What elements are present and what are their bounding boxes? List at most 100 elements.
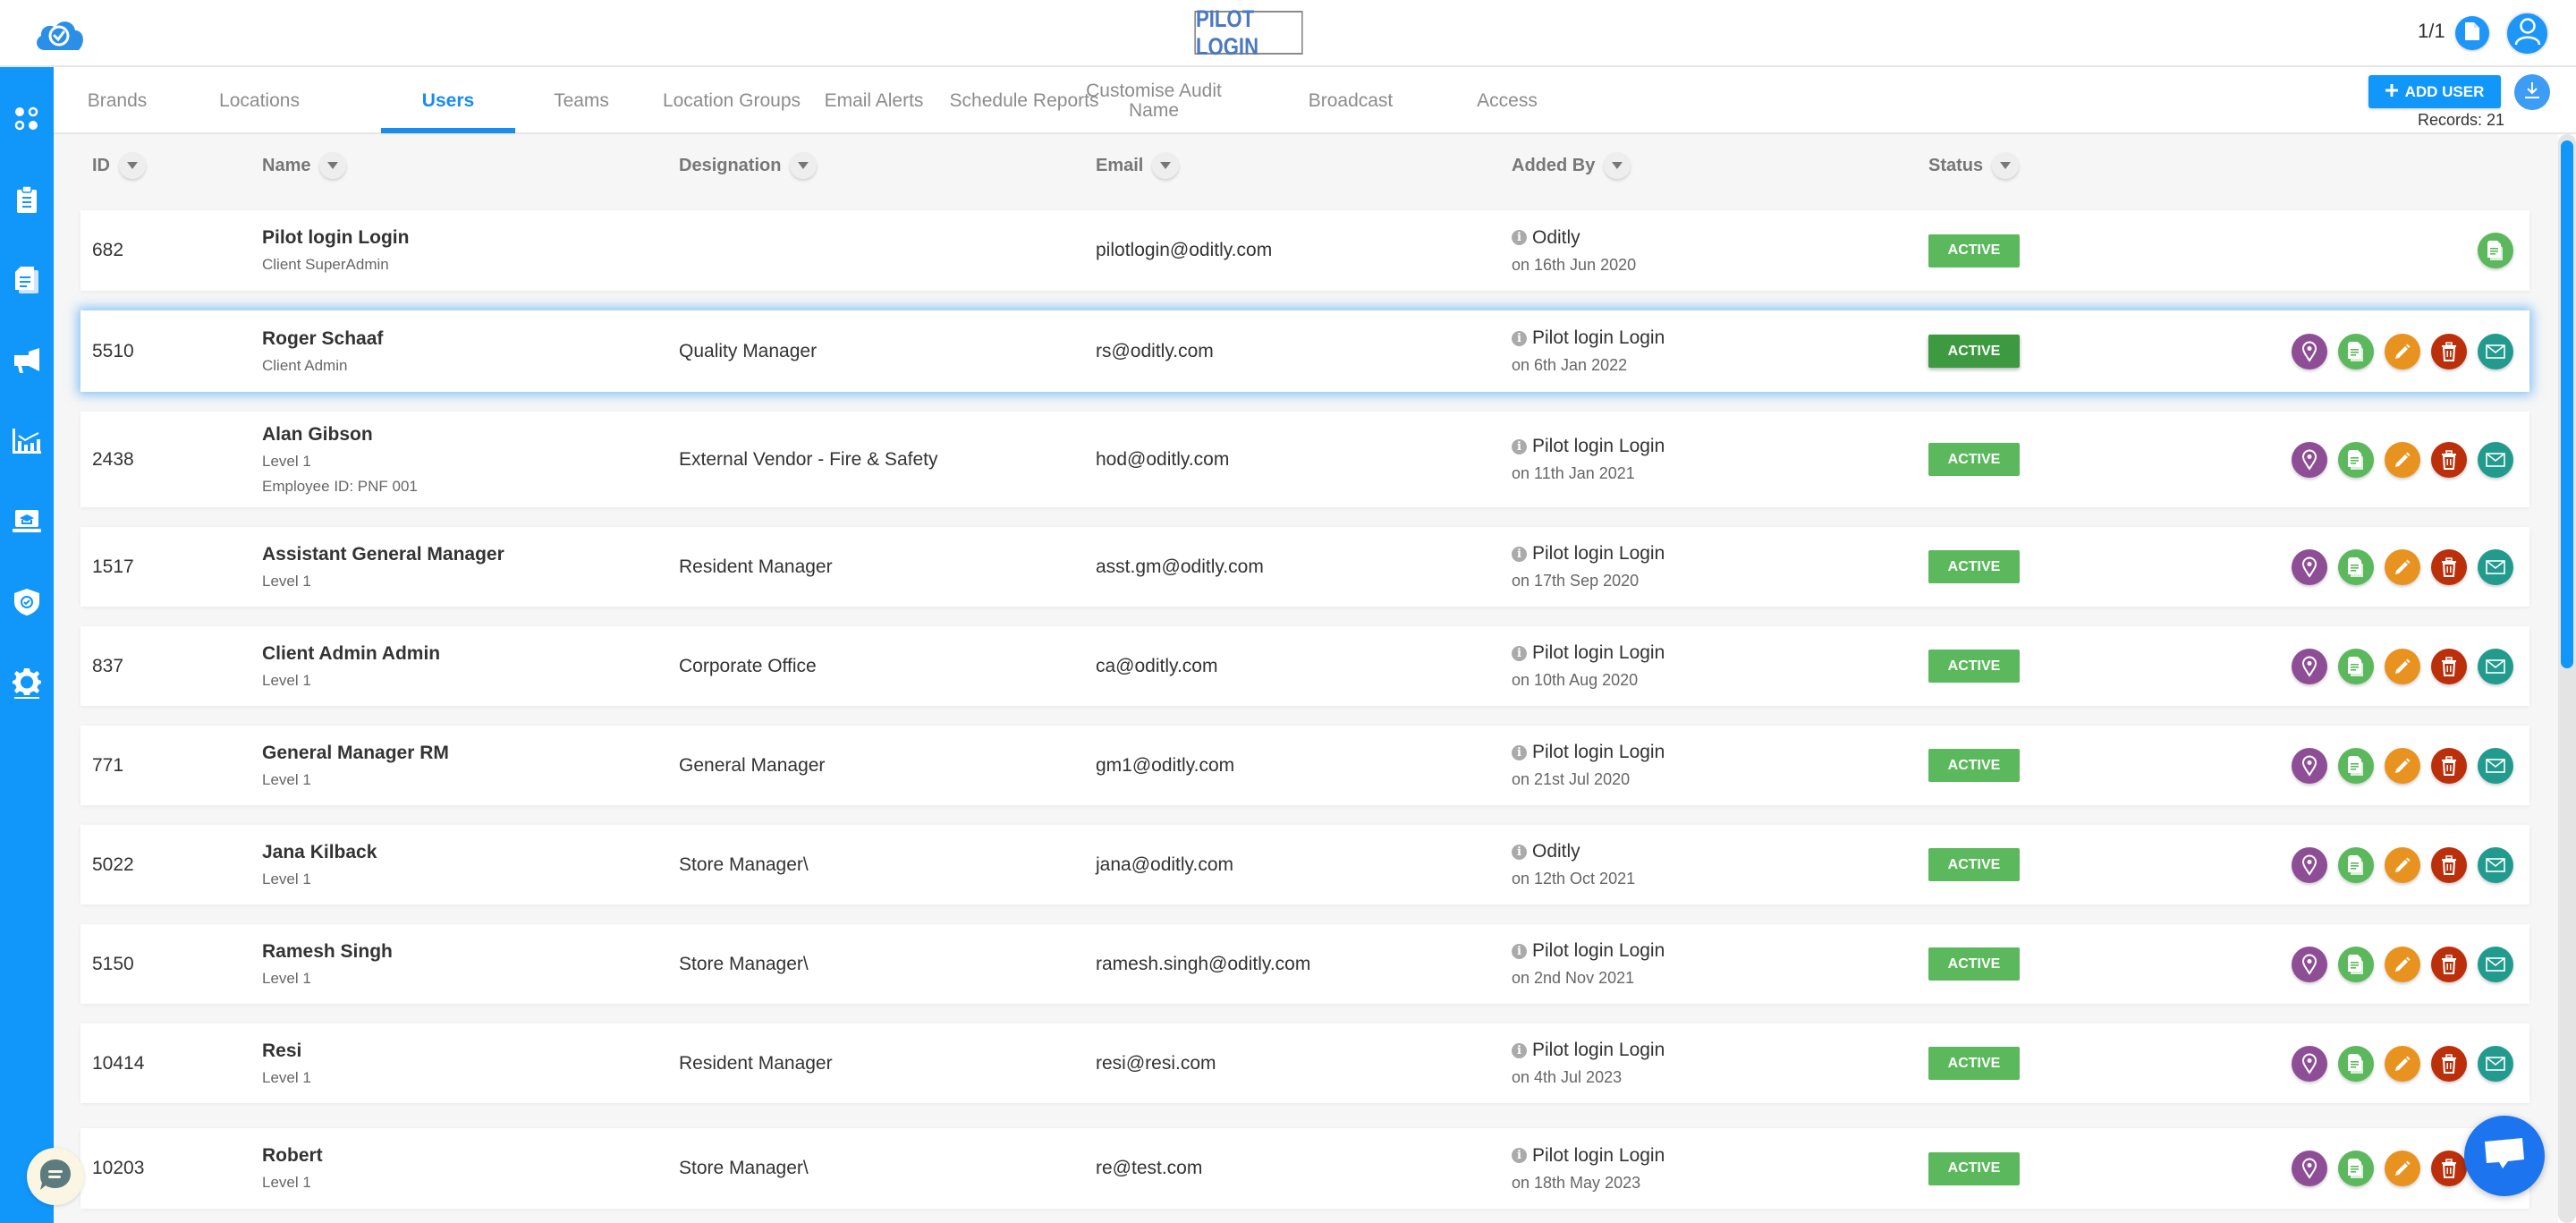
status-badge[interactable]: ACTIVE xyxy=(1928,848,2020,881)
sidebar-item-reports[interactable] xyxy=(0,255,54,309)
sort-dropdown-icon[interactable] xyxy=(319,152,347,179)
sidebar-item-settings[interactable] xyxy=(0,658,54,711)
edit-button[interactable] xyxy=(2385,1045,2420,1082)
sort-dropdown-icon[interactable] xyxy=(1992,152,2020,179)
locations-button[interactable] xyxy=(2292,946,2327,982)
delete-button[interactable] xyxy=(2431,846,2467,883)
table-row[interactable]: 5022 Jana Kilback Level 1 Store Manager\… xyxy=(80,825,2529,905)
delete-button[interactable] xyxy=(2431,1151,2467,1186)
edit-button[interactable] xyxy=(2385,333,2420,369)
sort-dropdown-icon[interactable] xyxy=(1604,152,1631,179)
documents-button[interactable] xyxy=(2338,648,2374,684)
delete-button[interactable] xyxy=(2431,333,2467,369)
column-header-added-by[interactable]: Added By xyxy=(1512,152,1631,179)
status-badge[interactable]: ACTIVE xyxy=(1928,443,2020,476)
table-row[interactable]: 771 General Manager RM Level 1 General M… xyxy=(80,726,2529,805)
sidebar-item-audits[interactable] xyxy=(0,174,54,228)
email-button[interactable] xyxy=(2478,1045,2513,1082)
status-badge[interactable]: ACTIVE xyxy=(1928,1047,2020,1080)
locations-button[interactable] xyxy=(2292,441,2327,478)
column-header-status[interactable]: Status xyxy=(1928,152,2020,179)
info-icon[interactable]: i xyxy=(1512,1148,1527,1163)
documents-button[interactable] xyxy=(2338,548,2374,585)
info-icon[interactable]: i xyxy=(1512,438,1527,454)
documents-button[interactable] xyxy=(2338,333,2374,369)
email-button[interactable] xyxy=(2478,441,2513,478)
email-button[interactable] xyxy=(2478,648,2513,684)
tab-customise-audit-name[interactable]: Customise Audit Name xyxy=(1082,67,1225,134)
sidebar-item-dashboard[interactable] xyxy=(0,94,54,148)
status-badge[interactable]: ACTIVE xyxy=(1928,749,2020,782)
table-row[interactable]: 2438 Alan Gibson Level 1 Employee ID: PN… xyxy=(80,412,2529,507)
scrollbar-thumb[interactable] xyxy=(2561,140,2573,668)
sidebar-item-compliance[interactable] xyxy=(0,577,54,631)
delete-button[interactable] xyxy=(2431,548,2467,585)
table-row[interactable]: 10414 Resi Level 1 Resident Manager resi… xyxy=(80,1023,2529,1103)
delete-button[interactable] xyxy=(2431,648,2467,684)
table-row[interactable]: 10203 Robert Level 1 Store Manager\ re@t… xyxy=(80,1128,2529,1209)
edit-button[interactable] xyxy=(2385,1151,2420,1186)
documents-button[interactable] xyxy=(2338,441,2374,478)
email-button[interactable] xyxy=(2478,333,2513,369)
sort-dropdown-icon[interactable] xyxy=(790,152,818,179)
sidebar-item-broadcast[interactable] xyxy=(0,335,54,389)
user-avatar-button[interactable] xyxy=(2505,12,2549,55)
locations-button[interactable] xyxy=(2292,333,2327,369)
status-badge[interactable]: ACTIVE xyxy=(1928,947,2020,981)
table-row[interactable]: 682 Pilot login Login Client SuperAdmin … xyxy=(80,210,2529,291)
table-row[interactable]: 1517 Assistant General Manager Level 1 R… xyxy=(80,527,2529,607)
email-button[interactable] xyxy=(2478,548,2513,585)
edit-button[interactable] xyxy=(2385,846,2420,883)
edit-button[interactable] xyxy=(2385,441,2420,478)
edit-button[interactable] xyxy=(2385,648,2420,684)
email-button[interactable] xyxy=(2478,747,2513,784)
delete-button[interactable] xyxy=(2431,946,2467,982)
edit-button[interactable] xyxy=(2385,946,2420,982)
info-icon[interactable]: i xyxy=(1512,230,1527,245)
table-row[interactable]: 5510 Roger Schaaf Client Admin Quality M… xyxy=(80,310,2529,392)
status-badge[interactable]: ACTIVE xyxy=(1928,1151,2020,1185)
status-badge[interactable]: ACTIVE xyxy=(1928,335,2020,368)
column-header-email[interactable]: Email xyxy=(1096,152,1180,179)
tab-brands[interactable]: Brands xyxy=(79,67,156,134)
info-icon[interactable]: i xyxy=(1512,844,1527,860)
documents-button[interactable] xyxy=(2338,946,2374,982)
tab-locations[interactable]: Locations xyxy=(210,67,309,134)
add-user-button[interactable]: ADD USER xyxy=(2368,75,2501,108)
column-header-id[interactable]: ID xyxy=(92,152,146,179)
sidebar-item-training[interactable] xyxy=(0,497,54,550)
documents-button[interactable] xyxy=(2338,846,2374,883)
info-icon[interactable]: i xyxy=(1512,943,1527,959)
sort-dropdown-icon[interactable] xyxy=(1152,152,1180,179)
locations-button[interactable] xyxy=(2292,846,2327,883)
delete-button[interactable] xyxy=(2431,1045,2467,1082)
column-header-designation[interactable]: Designation xyxy=(679,152,818,179)
locations-button[interactable] xyxy=(2292,548,2327,585)
download-button[interactable] xyxy=(2514,74,2550,110)
cloud-check-icon[interactable] xyxy=(32,16,86,52)
edit-button[interactable] xyxy=(2385,548,2420,585)
documents-button[interactable] xyxy=(2338,1045,2374,1082)
info-icon[interactable]: i xyxy=(1512,744,1527,760)
locations-button[interactable] xyxy=(2292,1045,2327,1082)
tab-broadcast[interactable]: Broadcast xyxy=(1270,67,1431,134)
column-header-name[interactable]: Name xyxy=(262,152,347,179)
feedback-chat-button[interactable] xyxy=(27,1148,84,1205)
sort-dropdown-icon[interactable] xyxy=(119,152,146,179)
delete-button[interactable] xyxy=(2431,747,2467,784)
delete-button[interactable] xyxy=(2431,441,2467,478)
info-icon[interactable]: i xyxy=(1512,546,1527,562)
table-row[interactable]: 837 Client Admin Admin Level 1 Corporate… xyxy=(80,626,2529,706)
info-icon[interactable]: i xyxy=(1512,330,1527,346)
edit-button[interactable] xyxy=(2385,747,2420,784)
documents-button[interactable] xyxy=(2338,747,2374,784)
status-badge[interactable]: ACTIVE xyxy=(1928,550,2020,583)
documents-button[interactable] xyxy=(2478,233,2513,268)
pages-button[interactable] xyxy=(2455,16,2489,50)
info-icon[interactable]: i xyxy=(1512,645,1527,661)
sidebar-item-analytics[interactable] xyxy=(0,416,54,470)
documents-button[interactable] xyxy=(2338,1151,2374,1186)
locations-button[interactable] xyxy=(2292,1151,2327,1186)
email-button[interactable] xyxy=(2478,846,2513,883)
status-badge[interactable]: ACTIVE xyxy=(1928,234,2020,268)
